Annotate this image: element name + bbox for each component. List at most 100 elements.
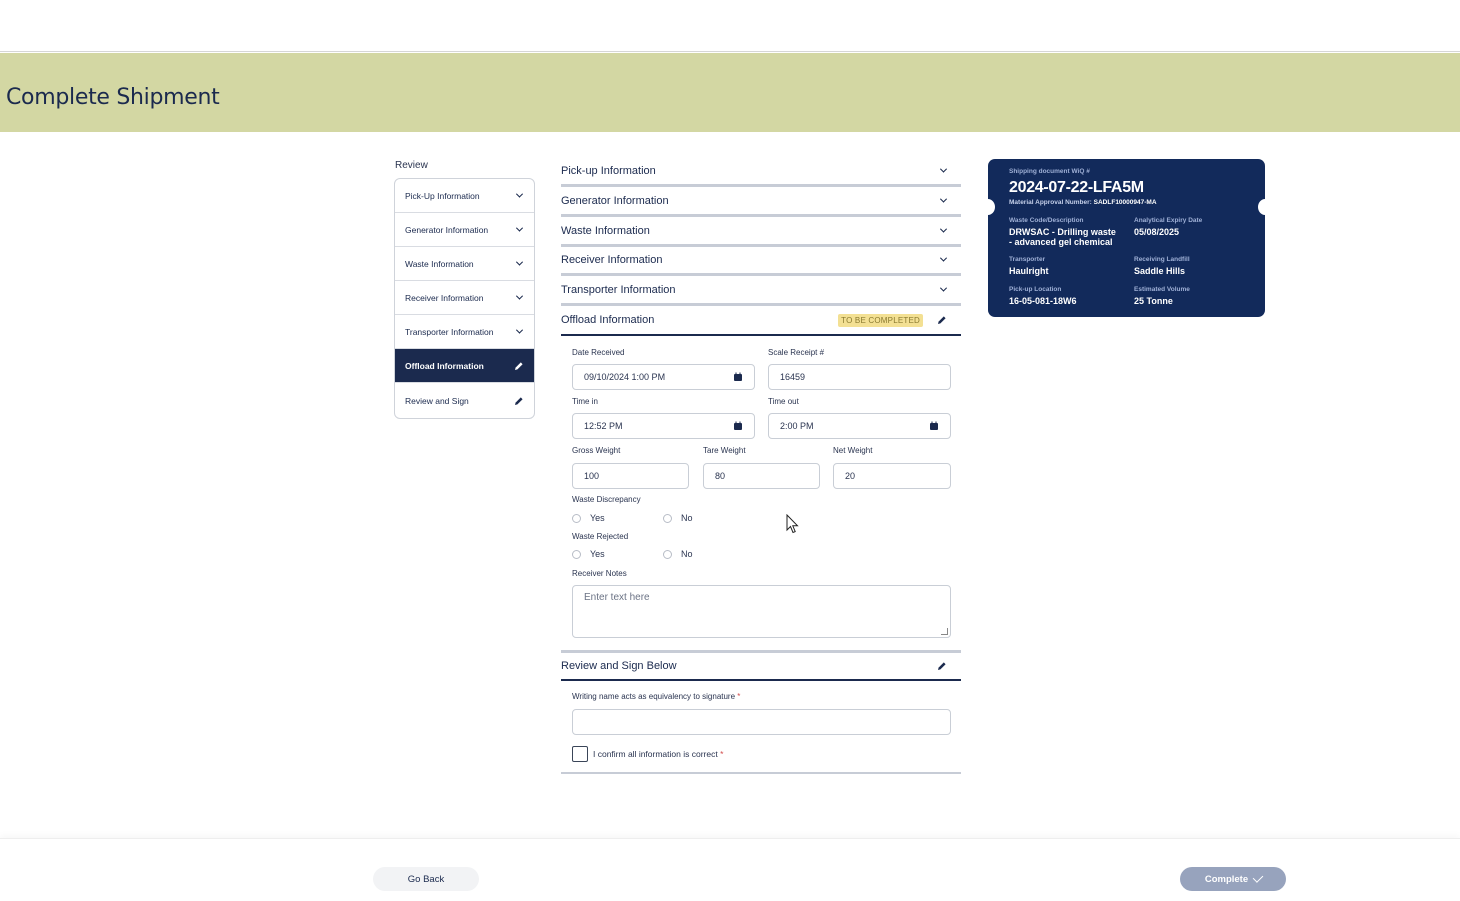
chevron-down-icon — [514, 190, 524, 201]
chevron-down-icon — [939, 195, 948, 203]
accordion-pickup-header[interactable]: Pick-up Information — [561, 157, 961, 187]
radio-button[interactable] — [572, 513, 581, 523]
signature-label: Writing name acts as equivalency to sign… — [572, 692, 740, 701]
nav-item-label: Waste Information — [405, 258, 474, 269]
pencil-icon[interactable] — [937, 315, 947, 325]
doc-number: 2024-07-22-LFA5M — [1009, 179, 1144, 196]
time-in-input[interactable]: 12:52 PM — [572, 413, 755, 439]
location-label: Pick-up Location — [1009, 286, 1062, 293]
nav-item-review-sign[interactable]: Review and Sign — [395, 383, 534, 418]
tare-weight-value: 80 — [715, 471, 726, 481]
accordion-waste-header[interactable]: Waste Information — [561, 217, 961, 247]
confirm-label-text: I confirm all information is correct — [593, 749, 718, 759]
pencil-icon[interactable] — [937, 661, 947, 671]
nav-item-waste[interactable]: Waste Information — [395, 247, 534, 281]
location-value: 16-05-081-18W6 — [1009, 296, 1077, 306]
waste-code-line2: - advanced gel chemical — [1009, 237, 1113, 247]
section-receiver: Receiver Information — [561, 246, 961, 276]
radio-button[interactable] — [572, 549, 581, 559]
nav-item-pickup[interactable]: Pick-Up Information — [395, 179, 534, 213]
nav-item-label: Review and Sign — [405, 395, 469, 406]
go-back-button[interactable]: Go Back — [373, 867, 479, 891]
nav-item-label: Pick-Up Information — [405, 190, 480, 201]
section-generator: Generator Information — [561, 187, 961, 217]
nav-item-generator[interactable]: Generator Information — [395, 213, 534, 247]
accordion-offload-header[interactable]: Offload Information TO BE COMPLETED — [561, 306, 961, 336]
accordion-receiver-header[interactable]: Receiver Information — [561, 246, 961, 276]
section-review-sign: Review and Sign Below — [561, 650, 961, 681]
radio-button[interactable] — [663, 513, 672, 523]
gross-weight-value: 100 — [584, 471, 600, 481]
textarea-placeholder: Enter text here — [584, 592, 650, 603]
net-weight-input[interactable]: 20 — [833, 463, 951, 489]
chevron-down-icon — [514, 292, 524, 303]
expiry-label: Analytical Expiry Date — [1134, 217, 1203, 224]
waste-discrepancy-label: Waste Discrepancy — [572, 495, 641, 504]
section-title: Receiver Information — [561, 253, 663, 266]
transporter-label: Transporter — [1009, 256, 1046, 263]
divider — [561, 772, 961, 774]
required-mark: * — [737, 692, 741, 701]
net-weight-value: 20 — [845, 471, 856, 481]
pencil-icon — [514, 396, 524, 406]
tare-weight-input[interactable]: 80 — [703, 463, 820, 489]
transporter-value: Haulright — [1009, 266, 1049, 276]
resize-handle-icon[interactable] — [941, 628, 948, 635]
radio-label: No — [681, 513, 693, 523]
section-title: Generator Information — [561, 194, 669, 207]
date-received-label: Date Received — [572, 348, 625, 357]
volume-label: Estimated Volume — [1134, 286, 1190, 293]
ticket-notch — [981, 199, 995, 215]
calendar-icon[interactable] — [733, 421, 743, 431]
date-received-input[interactable]: 09/10/2024 1:00 PM — [572, 364, 755, 390]
gross-weight-label: Gross Weight — [572, 446, 621, 455]
expiry-value: 05/08/2025 — [1134, 227, 1180, 237]
signature-label-text: Writing name acts as equivalency to sign… — [572, 692, 736, 701]
receiver-notes-label: Receiver Notes — [572, 569, 627, 578]
waste-discrepancy-yes[interactable]: Yes — [572, 513, 605, 523]
waste-rejected-yes[interactable]: Yes — [572, 549, 605, 559]
calendar-icon[interactable] — [733, 372, 743, 382]
nav-item-receiver[interactable]: Receiver Information — [395, 281, 534, 315]
approval-number: SADLF10000947-MA — [1093, 199, 1157, 206]
scale-receipt-input[interactable]: 16459 — [768, 364, 951, 390]
waste-discrepancy-no[interactable]: No — [663, 513, 693, 523]
accordion-generator-header[interactable]: Generator Information — [561, 187, 961, 217]
receiver-notes-textarea[interactable]: Enter text here — [572, 585, 951, 638]
section-title: Waste Information — [561, 224, 650, 237]
radio-label: Yes — [590, 513, 605, 523]
required-mark: * — [720, 749, 724, 759]
calendar-icon[interactable] — [929, 421, 939, 431]
waste-rejected-no[interactable]: No — [663, 549, 693, 559]
complete-button-label: Complete — [1204, 873, 1249, 885]
radio-button[interactable] — [663, 549, 672, 559]
confirm-label: I confirm all information is correct * — [593, 749, 723, 759]
status-badge: TO BE COMPLETED — [838, 313, 923, 327]
section-pickup: Pick-up Information — [561, 157, 961, 187]
gross-weight-input[interactable]: 100 — [572, 463, 689, 489]
time-in-label: Time in — [572, 397, 598, 406]
confirm-checkbox[interactable] — [572, 746, 588, 762]
landfill-label: Receiving Landfill — [1134, 256, 1190, 263]
nav-item-label: Generator Information — [405, 224, 489, 235]
ticket-notch — [1258, 199, 1272, 215]
signature-input[interactable] — [572, 709, 951, 735]
time-out-input[interactable]: 2:00 PM — [768, 413, 951, 439]
time-out-value: 2:00 PM — [780, 421, 814, 431]
accordion-transporter-header[interactable]: Transporter Information — [561, 276, 961, 306]
nav-item-offload[interactable]: Offload Information — [395, 349, 534, 383]
time-out-label: Time out — [768, 397, 799, 406]
date-received-value: 09/10/2024 1:00 PM — [584, 372, 666, 382]
accordion-review-header[interactable]: Review and Sign Below — [561, 650, 961, 681]
chevron-down-icon — [514, 224, 524, 235]
complete-button[interactable]: Complete — [1180, 867, 1286, 891]
time-in-value: 12:52 PM — [584, 421, 623, 431]
shipment-ticket-card: Shipping document WiQ # 2024-07-22-LFA5M… — [981, 159, 1272, 317]
section-waste: Waste Information — [561, 217, 961, 247]
chevron-down-icon — [514, 258, 524, 269]
radio-label: No — [681, 549, 693, 559]
top-bar — [0, 0, 1460, 52]
nav-item-transporter[interactable]: Transporter Information — [395, 315, 534, 349]
approval-label: Material Approval Number: — [1009, 199, 1092, 206]
nav-item-label: Transporter Information — [405, 326, 494, 337]
